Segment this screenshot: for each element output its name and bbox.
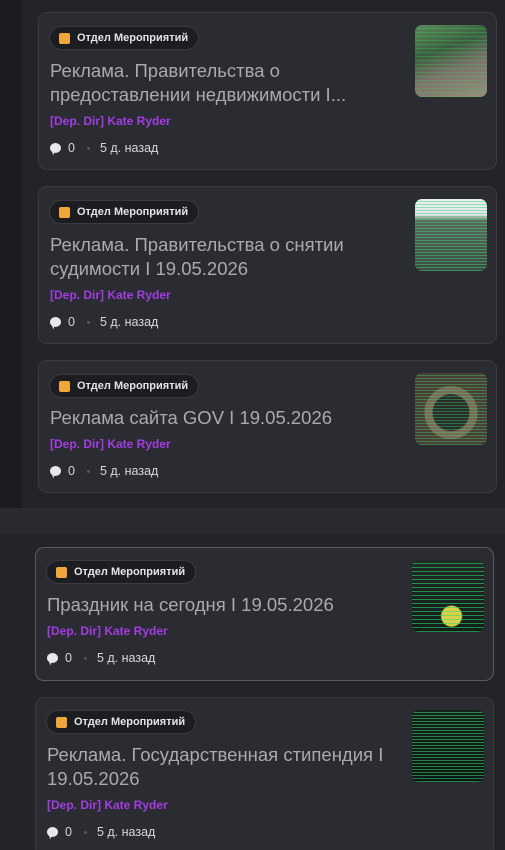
post-title[interactable]: Реклама. Правительства о предоставлении … bbox=[50, 59, 390, 107]
post-time: 5 д. назад bbox=[96, 825, 156, 839]
category-label: Отдел Мероприятий bbox=[77, 32, 189, 44]
category-label: Отдел Мероприятий bbox=[74, 716, 186, 728]
post-card[interactable]: Отдел Мероприятий Реклама сайта GOV I 19… bbox=[38, 360, 497, 493]
left-sidebar-edge bbox=[0, 0, 22, 508]
post-card[interactable]: Отдел Мероприятий Реклама. Правительства… bbox=[38, 12, 497, 170]
post-meta: 0 5 д. назад bbox=[50, 464, 158, 478]
comment-count: 0 bbox=[68, 315, 75, 329]
meta-separator bbox=[86, 146, 90, 150]
post-author[interactable]: [Dep. Dir] Kate Ryder bbox=[47, 624, 168, 638]
meta-separator bbox=[83, 830, 87, 834]
category-label: Отдел Мероприятий bbox=[77, 206, 189, 218]
category-label: Отдел Мероприятий bbox=[74, 566, 186, 578]
category-tag[interactable]: Отдел Мероприятий bbox=[49, 26, 200, 50]
comment-bubble-icon bbox=[47, 827, 58, 837]
post-card[interactable]: Отдел Мероприятий Реклама. Государственн… bbox=[35, 697, 494, 850]
post-author[interactable]: [Dep. Dir] Kate Ryder bbox=[47, 798, 168, 812]
comment-count: 0 bbox=[68, 141, 75, 155]
category-tag[interactable]: Отдел Мероприятий bbox=[46, 560, 197, 584]
post-title[interactable]: Реклама. Государственная стипендия I 19.… bbox=[47, 743, 397, 791]
post-time: 5 д. назад bbox=[99, 315, 159, 329]
post-author[interactable]: [Dep. Dir] Kate Ryder bbox=[50, 288, 171, 302]
category-square-icon bbox=[59, 32, 70, 44]
category-tag[interactable]: Отдел Мероприятий bbox=[46, 710, 197, 734]
post-title[interactable]: Праздник на сегодня I 19.05.2026 bbox=[47, 593, 387, 617]
post-time: 5 д. назад bbox=[96, 651, 156, 665]
category-tag[interactable]: Отдел Мероприятий bbox=[49, 200, 200, 224]
post-title[interactable]: Реклама. Правительства о снятии судимост… bbox=[50, 233, 390, 281]
section-divider bbox=[0, 508, 505, 534]
meta-separator bbox=[83, 656, 87, 660]
post-meta: 0 5 д. назад bbox=[47, 651, 155, 665]
thumbnail-image[interactable] bbox=[412, 710, 484, 782]
comment-bubble-icon bbox=[50, 466, 61, 476]
post-card[interactable]: Отдел Мероприятий Праздник на сегодня I … bbox=[35, 547, 494, 681]
category-tag[interactable]: Отдел Мероприятий bbox=[49, 374, 200, 398]
category-square-icon bbox=[59, 206, 70, 218]
category-square-icon bbox=[59, 380, 70, 392]
post-card[interactable]: Отдел Мероприятий Реклама. Правительства… bbox=[38, 186, 497, 344]
comment-count: 0 bbox=[65, 651, 72, 665]
category-square-icon bbox=[56, 716, 67, 728]
post-meta: 0 5 д. назад bbox=[50, 141, 158, 155]
forum-post-feed: Отдел Мероприятий Реклама. Правительства… bbox=[0, 0, 505, 850]
category-label: Отдел Мероприятий bbox=[77, 380, 189, 392]
comment-bubble-icon bbox=[50, 317, 61, 327]
post-title[interactable]: Реклама сайта GOV I 19.05.2026 bbox=[50, 406, 390, 430]
post-meta: 0 5 д. назад bbox=[47, 825, 155, 839]
thumbnail-image[interactable] bbox=[415, 199, 487, 271]
meta-separator bbox=[86, 320, 90, 324]
post-author[interactable]: [Dep. Dir] Kate Ryder bbox=[50, 114, 171, 128]
category-square-icon bbox=[56, 566, 67, 578]
post-time: 5 д. назад bbox=[99, 464, 159, 478]
meta-separator bbox=[86, 469, 90, 473]
comment-count: 0 bbox=[68, 464, 75, 478]
comment-bubble-icon bbox=[50, 143, 61, 153]
comment-bubble-icon bbox=[47, 653, 58, 663]
post-meta: 0 5 д. назад bbox=[50, 315, 158, 329]
comment-count: 0 bbox=[65, 825, 72, 839]
thumbnail-image[interactable] bbox=[415, 373, 487, 445]
thumbnail-image[interactable] bbox=[412, 560, 484, 632]
thumbnail-image[interactable] bbox=[415, 25, 487, 97]
post-author[interactable]: [Dep. Dir] Kate Ryder bbox=[50, 437, 171, 451]
post-time: 5 д. назад bbox=[99, 141, 159, 155]
